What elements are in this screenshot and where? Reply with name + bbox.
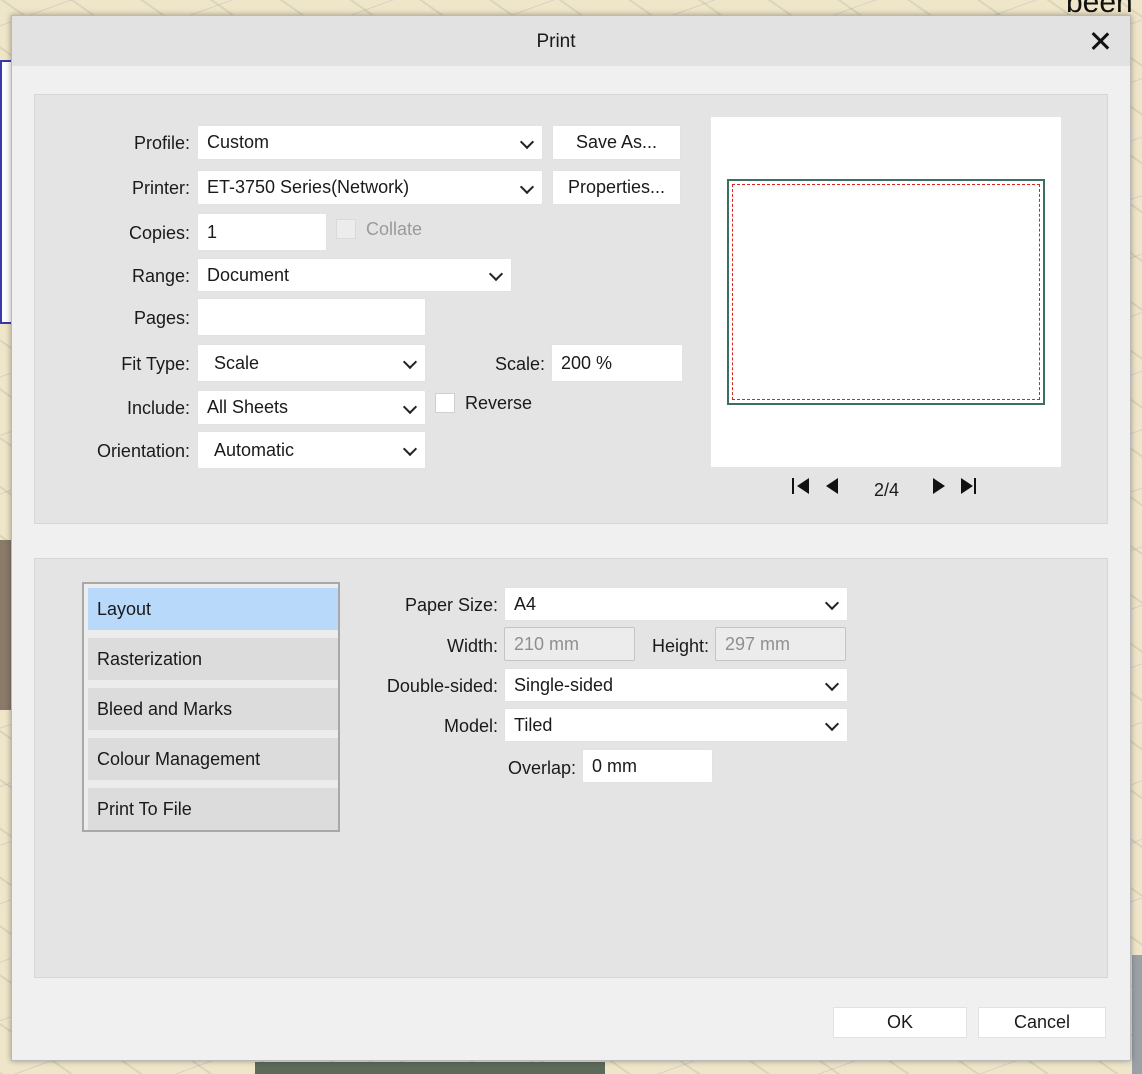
last-page-icon — [961, 478, 973, 494]
model-select[interactable]: Tiled — [504, 708, 848, 742]
chevron-down-icon — [519, 134, 535, 149]
previous-page-icon — [826, 478, 838, 494]
chevron-down-icon — [824, 595, 840, 611]
height-label: Height: — [651, 636, 709, 656]
chevron-down-icon — [519, 179, 535, 194]
width-label: Width: — [446, 636, 498, 656]
next-page-icon — [933, 478, 945, 494]
paper-size-select[interactable]: A4 — [504, 587, 848, 621]
include-select[interactable]: All Sheets — [197, 390, 426, 425]
profile-label: Profile: — [133, 133, 190, 153]
ok-button[interactable]: OK — [833, 1007, 967, 1038]
include-value: All Sheets — [207, 397, 289, 417]
chevron-down-icon — [824, 716, 840, 732]
pages-input[interactable] — [197, 298, 426, 336]
orientation-label: Orientation: — [96, 441, 190, 461]
reverse-checkbox[interactable] — [435, 393, 455, 413]
pages-label: Pages: — [133, 308, 190, 328]
include-label: Include: — [126, 398, 190, 418]
close-icon[interactable] — [1084, 25, 1116, 57]
width-value: 210 mm — [514, 633, 580, 654]
dialog-title: Print — [536, 31, 576, 52]
orientation-select[interactable]: Automatic — [197, 431, 426, 469]
print-dialog: Print Profile: Custom Save As... Printer… — [11, 15, 1131, 1061]
first-page-button[interactable] — [791, 475, 813, 497]
properties-button[interactable]: Properties... — [552, 170, 681, 205]
copies-value: 1 — [207, 221, 218, 242]
chevron-down-icon — [402, 399, 418, 414]
collate-checkbox[interactable] — [336, 219, 356, 239]
print-preview — [711, 117, 1061, 467]
page-indicator: 2/4 — [874, 480, 900, 500]
section-panel: Layout Rasterization Bleed and Marks Col… — [34, 558, 1108, 978]
print-settings-panel: Profile: Custom Save As... Printer: ET-3… — [34, 94, 1108, 524]
previous-page-button[interactable] — [823, 475, 845, 497]
height-input[interactable]: 297 mm — [715, 627, 846, 661]
fit-type-label: Fit Type: — [121, 354, 190, 374]
background-photo — [255, 1062, 605, 1074]
overlap-label: Overlap: — [507, 758, 576, 778]
paper-size-label: Paper Size: — [404, 595, 498, 615]
reverse-label: Reverse — [465, 393, 533, 413]
range-value: Document — [207, 264, 290, 285]
printer-select[interactable]: ET-3750 Series(Network) — [197, 170, 543, 205]
model-value: Tiled — [514, 714, 553, 735]
printer-label: Printer: — [131, 178, 190, 198]
section-item-rasterization[interactable]: Rasterization — [88, 638, 338, 680]
double-sided-value: Single-sided — [514, 674, 614, 695]
scale-input[interactable]: 200 % — [551, 344, 683, 382]
section-item-bleed-and-marks[interactable]: Bleed and Marks — [88, 688, 338, 730]
collate-label: Collate — [366, 219, 423, 239]
bar-icon — [792, 478, 794, 494]
preview-page — [727, 179, 1045, 405]
section-item-layout[interactable]: Layout — [88, 588, 338, 630]
save-as-button[interactable]: Save As... — [552, 125, 681, 160]
first-page-icon — [797, 478, 809, 494]
chevron-down-icon — [402, 354, 418, 370]
double-sided-label: Double-sided: — [386, 676, 498, 696]
orientation-value: Automatic — [214, 439, 295, 460]
last-page-button[interactable] — [959, 475, 981, 497]
width-input[interactable]: 210 mm — [504, 627, 635, 661]
chevron-down-icon — [824, 676, 840, 692]
height-value: 297 mm — [725, 633, 791, 654]
scale-value: 200 % — [561, 352, 613, 373]
overlap-input[interactable]: 0 mm — [582, 749, 713, 783]
profile-select[interactable]: Custom — [197, 125, 543, 160]
fit-type-value: Scale — [214, 352, 260, 373]
model-label: Model: — [443, 716, 498, 736]
printer-value: ET-3750 Series(Network) — [207, 177, 410, 197]
profile-value: Custom — [207, 132, 270, 152]
copies-label: Copies: — [128, 223, 190, 243]
scale-label: Scale: — [494, 354, 545, 374]
chevron-down-icon — [402, 441, 418, 457]
cancel-button[interactable]: Cancel — [978, 1007, 1106, 1038]
bar-icon — [974, 478, 976, 494]
next-page-button[interactable] — [929, 475, 951, 497]
overlap-value: 0 mm — [592, 755, 637, 776]
section-item-print-to-file[interactable]: Print To File — [88, 788, 338, 830]
range-select[interactable]: Document — [197, 258, 512, 292]
range-label: Range: — [131, 266, 190, 286]
background-photo — [1132, 955, 1142, 1074]
section-list: Layout Rasterization Bleed and Marks Col… — [82, 582, 340, 832]
title-bar: Print — [12, 16, 1130, 66]
double-sided-select[interactable]: Single-sided — [504, 668, 848, 702]
chevron-down-icon — [488, 266, 504, 282]
preview-margin-guide — [732, 184, 1040, 400]
fit-type-select[interactable]: Scale — [197, 344, 426, 382]
section-item-colour-management[interactable]: Colour Management — [88, 738, 338, 780]
paper-size-value: A4 — [514, 593, 537, 614]
copies-input[interactable]: 1 — [197, 213, 327, 251]
